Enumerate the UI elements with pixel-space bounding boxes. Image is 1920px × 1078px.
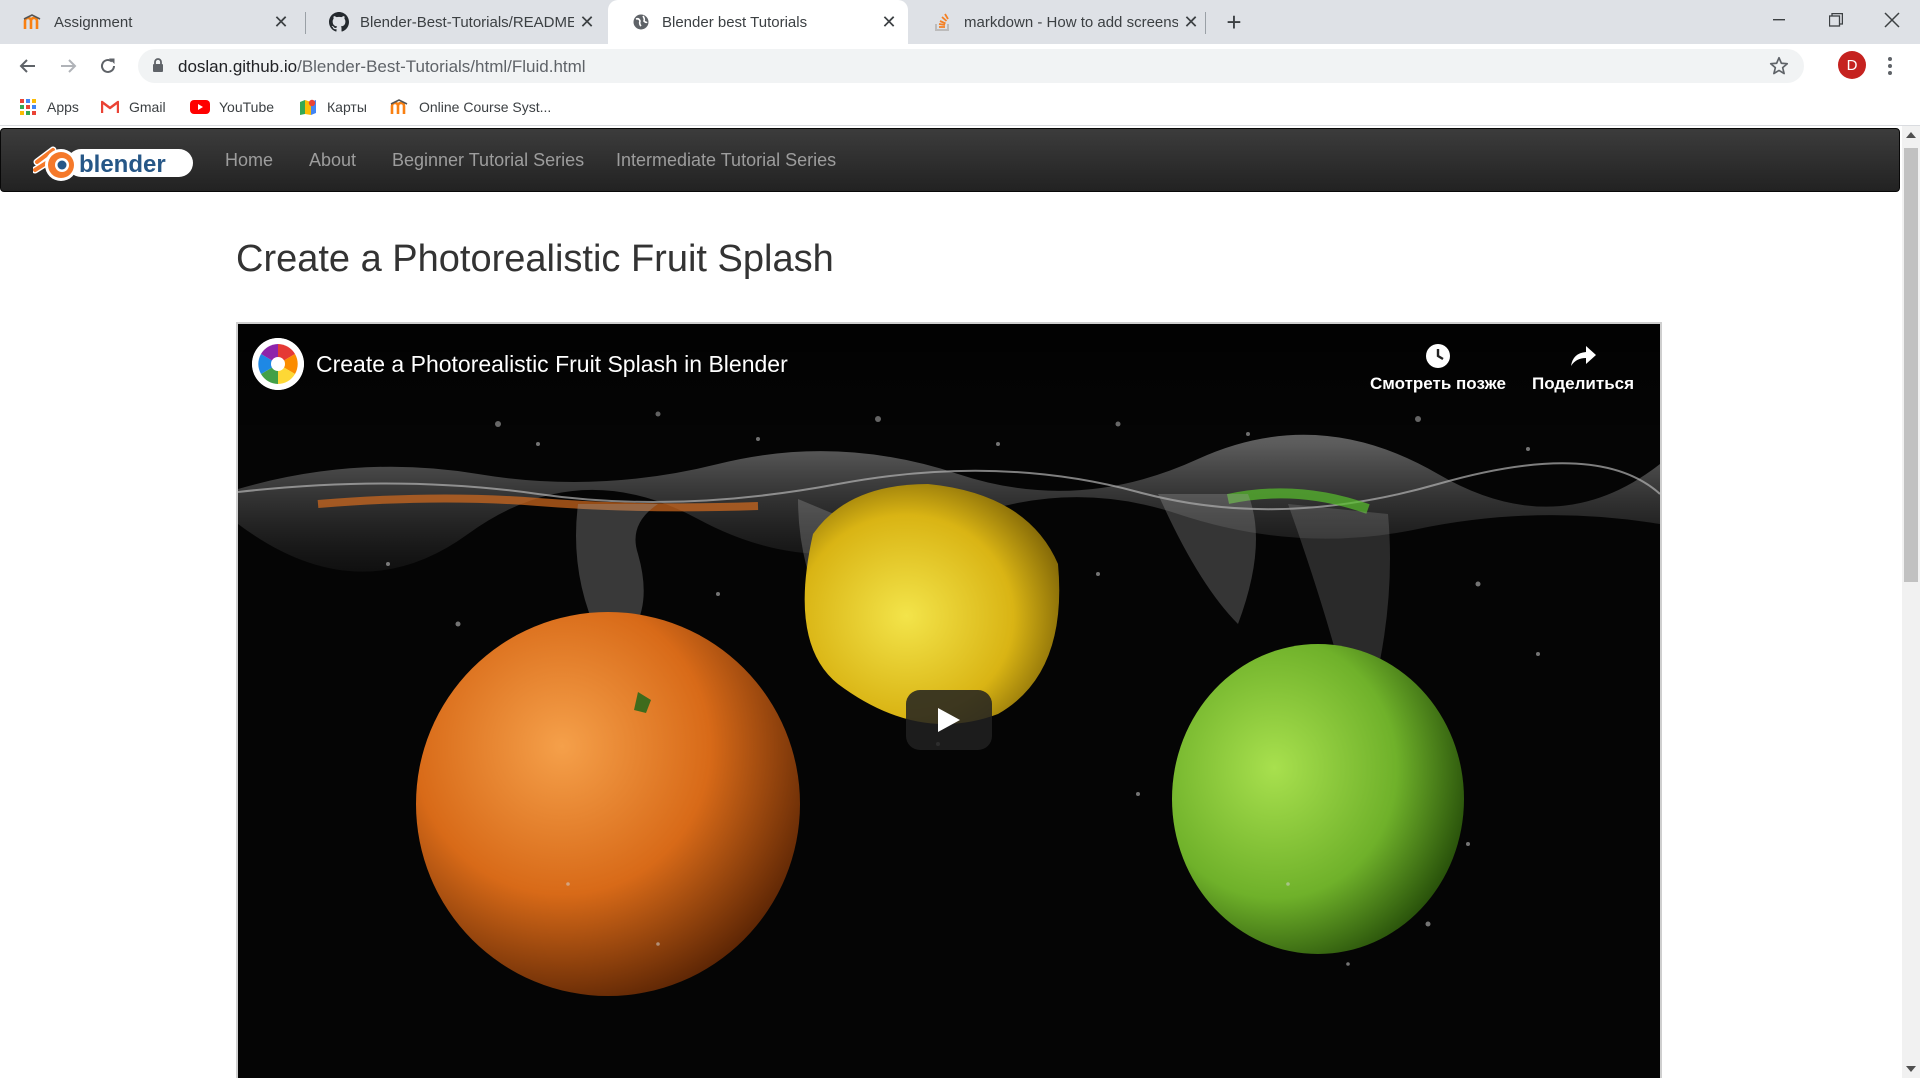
url-path: /Blender-Best-Tutorials/html/Fluid.html	[297, 57, 586, 76]
nav-about[interactable]: About	[309, 150, 356, 171]
youtube-video-embed[interactable]: Create a Photorealistic Fruit Splash in …	[236, 322, 1662, 1078]
site-navbar: blender Home About Beginner Tutorial Ser…	[0, 128, 1900, 192]
bookmark-label: Apps	[47, 99, 79, 115]
share-icon	[1569, 338, 1597, 374]
tab-assignment[interactable]: Assignment ✕	[0, 0, 300, 44]
back-arrow-icon	[19, 59, 35, 73]
browser-toolbar: doslan.github.io/Blender-Best-Tutorials/…	[0, 44, 1920, 88]
forward-arrow-icon	[61, 59, 77, 73]
clock-icon	[1424, 338, 1452, 374]
tab-title: markdown - How to add screenshot	[964, 13, 1178, 31]
gmail-icon	[100, 97, 120, 117]
reload-icon	[101, 58, 115, 73]
bookmark-label: YouTube	[219, 99, 275, 115]
bookmark-youtube[interactable]: YouTube	[190, 96, 274, 118]
forward-button[interactable]	[52, 50, 84, 82]
share-label: Поделиться	[1532, 374, 1635, 393]
nav-home[interactable]: Home	[225, 150, 273, 171]
logo-text: blender	[79, 151, 166, 178]
scroll-up-arrow-icon[interactable]	[1906, 132, 1916, 138]
close-tab-icon[interactable]: ✕	[574, 9, 600, 35]
youtube-icon	[190, 97, 210, 117]
video-title[interactable]: Create a Photorealistic Fruit Splash in …	[316, 351, 788, 378]
profile-avatar[interactable]: D	[1838, 51, 1866, 79]
lock-icon	[152, 58, 164, 78]
bookmark-label: Gmail	[129, 99, 166, 115]
globe-icon	[630, 11, 652, 33]
bookmark-maps[interactable]: Карты	[298, 96, 367, 118]
url-host: doslan.github.io	[178, 57, 298, 76]
page-title: Create a Photorealistic Fruit Splash	[236, 238, 834, 280]
address-bar[interactable]: doslan.github.io/Blender-Best-Tutorials/…	[138, 49, 1804, 83]
blender-logo[interactable]: blender	[31, 140, 195, 189]
bookmark-apps[interactable]: Apps	[18, 96, 79, 118]
bookmark-online-course-system[interactable]: Online Course Syst...	[390, 96, 551, 118]
channel-avatar[interactable]	[252, 338, 304, 390]
watch-later-button[interactable]: Смотреть позже	[1370, 338, 1506, 394]
page-viewport: blender Home About Beginner Tutorial Ser…	[0, 126, 1902, 1078]
github-icon	[328, 11, 350, 33]
bookmark-label: Online Course Syst...	[419, 99, 552, 115]
watch-later-label: Смотреть позже	[1370, 374, 1506, 393]
browser-menu-icon[interactable]	[1882, 52, 1898, 80]
scroll-down-arrow-icon[interactable]	[1906, 1066, 1916, 1072]
moodle-icon	[390, 97, 410, 117]
play-icon	[938, 708, 960, 732]
new-tab-button[interactable]: +	[1218, 6, 1250, 38]
tab-title: Assignment	[54, 13, 133, 31]
close-tab-icon[interactable]: ✕	[876, 9, 902, 35]
close-tab-icon[interactable]: ✕	[1178, 9, 1204, 35]
bookmark-gmail[interactable]: Gmail	[100, 96, 166, 118]
tab-divider	[1205, 12, 1206, 34]
moodle-icon	[22, 11, 44, 33]
page-scrollbar[interactable]	[1902, 126, 1920, 1078]
nav-beginner-tutorial-series[interactable]: Beginner Tutorial Series	[392, 150, 584, 171]
bookmark-label: Карты	[327, 99, 367, 115]
close-window-button[interactable]	[1864, 0, 1920, 40]
tab-title: Blender-Best-Tutorials/README.md	[360, 13, 574, 31]
tab-title: Blender best Tutorials	[662, 13, 808, 31]
bookmarks-bar: Apps Gmail YouTube Карты Online Course S…	[0, 88, 1920, 126]
close-tab-icon[interactable]: ✕	[268, 9, 294, 35]
minimize-button[interactable]	[1752, 0, 1808, 40]
tab-stackoverflow[interactable]: markdown - How to add screenshot ✕	[910, 0, 1210, 44]
url-text: doslan.github.io/Blender-Best-Tutorials/…	[178, 57, 586, 77]
scrollbar-thumb[interactable]	[1904, 148, 1918, 582]
apps-grid-icon	[18, 97, 38, 117]
tab-blender-best-tutorials[interactable]: Blender best Tutorials ✕	[608, 0, 908, 44]
reload-button[interactable]	[92, 50, 124, 82]
stackoverflow-icon	[932, 11, 954, 33]
maps-icon	[298, 97, 318, 117]
nav-intermediate-tutorial-series[interactable]: Intermediate Tutorial Series	[616, 150, 836, 171]
share-button[interactable]: Поделиться	[1532, 338, 1634, 394]
play-button[interactable]	[906, 690, 992, 750]
back-button[interactable]	[12, 50, 44, 82]
restore-button[interactable]	[1808, 0, 1864, 40]
tab-github-readme[interactable]: Blender-Best-Tutorials/README.md ✕	[306, 0, 606, 44]
tab-strip: Assignment ✕ Blender-Best-Tutorials/READ…	[0, 0, 1920, 44]
bookmark-star-icon[interactable]	[1768, 55, 1790, 82]
